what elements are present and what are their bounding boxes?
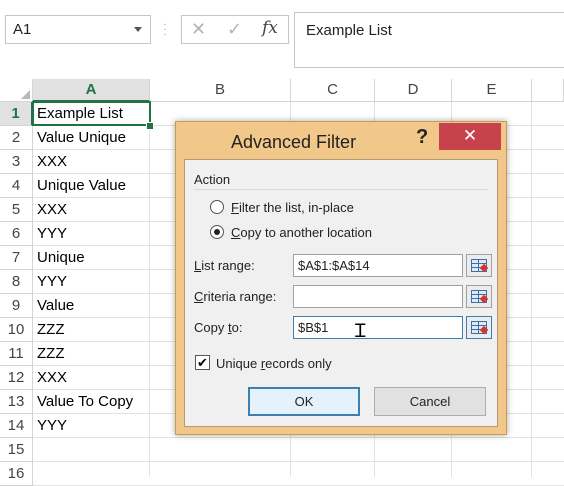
row-header-2[interactable]: 2 <box>0 126 33 150</box>
ok-button[interactable]: OK <box>248 387 360 416</box>
chevron-down-icon[interactable] <box>134 27 142 32</box>
text-cursor-icon: Ɪ <box>355 320 366 342</box>
copy-to-location-radio[interactable] <box>210 225 224 239</box>
criteria-range-input[interactable] <box>293 285 463 308</box>
column-header-b[interactable]: B <box>150 79 291 102</box>
group-divider <box>194 189 488 190</box>
row-header-7[interactable]: 7 <box>0 246 33 270</box>
formula-toolbar: A1 · · · ✕ ✓ fx Example List <box>0 0 564 68</box>
name-box[interactable]: A1 <box>5 15 151 44</box>
list-range-label: List range: <box>194 258 255 273</box>
insert-function-icon[interactable]: fx <box>262 18 278 38</box>
copy-to-collapse-button[interactable] <box>466 316 492 339</box>
list-range-input[interactable]: $A$1:$A$14 <box>293 254 463 277</box>
row-header-16[interactable]: 16 <box>0 462 33 486</box>
criteria-range-collapse-button[interactable] <box>466 285 492 308</box>
column-gridline <box>531 102 532 477</box>
cell-a2[interactable]: Value Unique <box>37 126 126 150</box>
formula-buttons: ✕ ✓ fx <box>181 15 289 44</box>
cell-a9[interactable]: Value <box>37 294 74 318</box>
column-header-c[interactable]: C <box>291 79 375 102</box>
cell-a8[interactable]: YYY <box>37 270 67 294</box>
select-all-button[interactable] <box>0 79 33 102</box>
list-range-collapse-button[interactable] <box>466 254 492 277</box>
select-all-icon <box>21 90 30 99</box>
enter-icon[interactable]: ✓ <box>227 19 242 40</box>
column-header-e[interactable]: E <box>452 79 532 102</box>
column-header-a[interactable]: A <box>33 79 150 102</box>
close-button[interactable]: ✕ <box>439 123 501 150</box>
row-header-5[interactable]: 5 <box>0 198 33 222</box>
name-box-value: A1 <box>13 21 32 38</box>
help-icon[interactable]: ? <box>416 126 428 149</box>
row-header-14[interactable]: 14 <box>0 414 33 438</box>
row-header-15[interactable]: 15 <box>0 438 33 462</box>
row-header-4[interactable]: 4 <box>0 174 33 198</box>
action-group-label: Action <box>194 172 231 187</box>
filter-in-place-label[interactable]: Filter the list, in-place <box>231 200 354 215</box>
cell-a10[interactable]: ZZZ <box>37 318 65 342</box>
formula-input[interactable]: Example List <box>294 12 564 68</box>
cell-a14[interactable]: YYY <box>37 414 67 438</box>
cell-a7[interactable]: Unique <box>37 246 85 270</box>
cell-a12[interactable]: XXX <box>37 366 67 390</box>
row-header-1[interactable]: 1 <box>0 102 33 126</box>
advanced-filter-dialog: Advanced Filter ? ✕ Action Filter the li… <box>175 121 507 435</box>
row-header-6[interactable]: 6 <box>0 222 33 246</box>
row-header-8[interactable]: 8 <box>0 270 33 294</box>
copy-to-input[interactable]: $B$1 <box>293 316 463 339</box>
formula-content: Example List <box>306 22 392 39</box>
cell-a13[interactable]: Value To Copy <box>37 390 133 414</box>
row-header-10[interactable]: 10 <box>0 318 33 342</box>
fill-handle[interactable] <box>146 122 154 130</box>
cell-a4[interactable]: Unique Value <box>37 174 126 198</box>
cancel-icon[interactable]: ✕ <box>191 19 206 40</box>
row-gridline <box>33 437 564 438</box>
active-cell-outline <box>32 101 151 126</box>
column-header-d[interactable]: D <box>375 79 452 102</box>
filter-in-place-radio[interactable] <box>210 200 224 214</box>
row-header-9[interactable]: 9 <box>0 294 33 318</box>
cell-a3[interactable]: XXX <box>37 150 67 174</box>
dialog-title: Advanced Filter <box>231 132 357 152</box>
column-gridline <box>149 102 150 477</box>
row-header-3[interactable]: 3 <box>0 150 33 174</box>
cell-a5[interactable]: XXX <box>37 198 67 222</box>
row-header-11[interactable]: 11 <box>0 342 33 366</box>
cell-a6[interactable]: YYY <box>37 222 67 246</box>
column-header-partial[interactable] <box>532 79 564 102</box>
criteria-range-label: Criteria range: <box>194 289 277 304</box>
unique-records-checkbox[interactable]: ✔ <box>195 355 210 370</box>
drag-handle-icon[interactable]: · · · <box>162 20 168 40</box>
cell-a11[interactable]: ZZZ <box>37 342 65 366</box>
row-gridline <box>33 461 564 462</box>
unique-records-label[interactable]: Unique records only <box>216 356 332 371</box>
copy-to-location-label[interactable]: Copy to another location <box>231 225 372 240</box>
dialog-body: Action Filter the list, in-place Copy to… <box>184 159 498 427</box>
copy-to-label: Copy to: <box>194 320 243 335</box>
row-header-12[interactable]: 12 <box>0 366 33 390</box>
cancel-button[interactable]: Cancel <box>374 387 486 416</box>
row-header-13[interactable]: 13 <box>0 390 33 414</box>
